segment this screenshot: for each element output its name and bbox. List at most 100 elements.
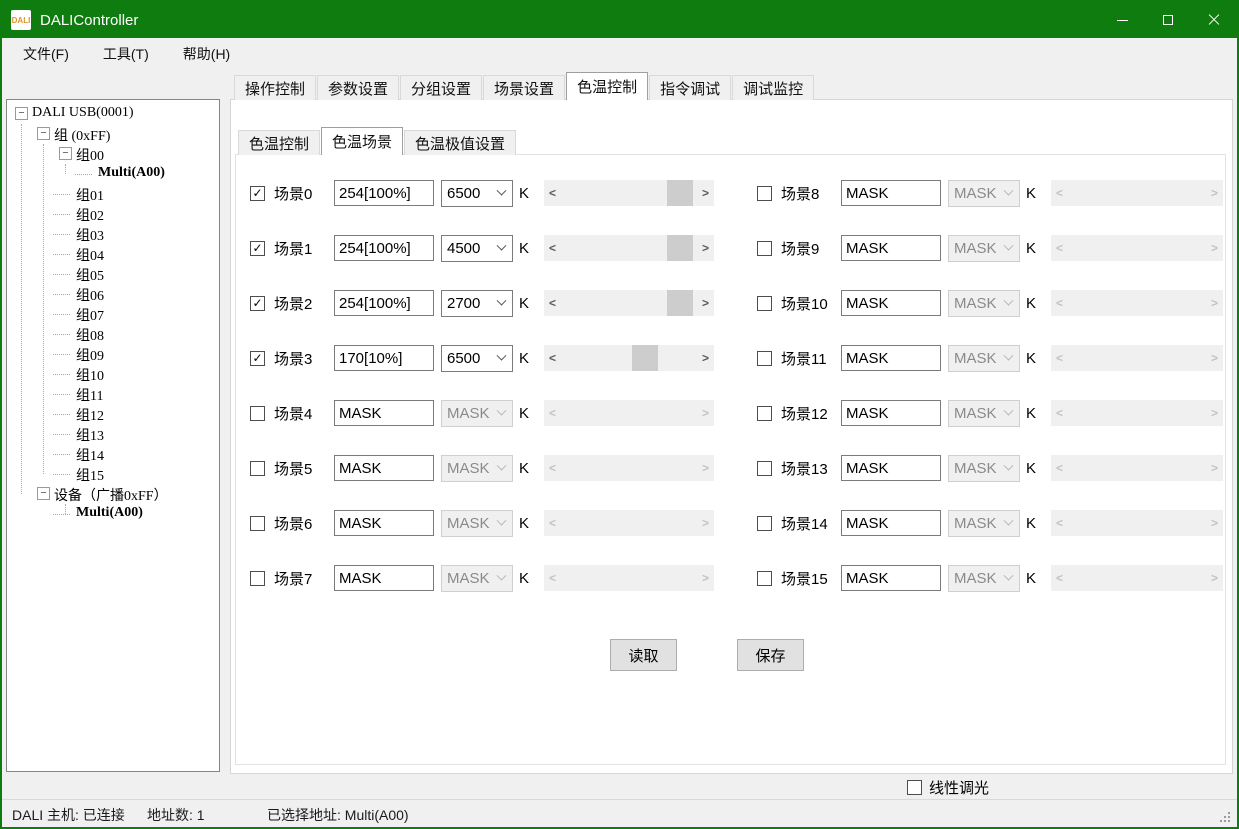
scene-level-input[interactable] — [841, 455, 941, 481]
menu-item-help[interactable]: 帮助(H) — [170, 39, 243, 69]
scrollbar-track[interactable] — [561, 345, 697, 371]
tree-item[interactable]: 组07 — [7, 304, 219, 324]
color-temp-select[interactable]: MASK — [441, 565, 513, 592]
scroll-left-arrow-icon[interactable]: < — [1051, 180, 1068, 206]
scene-level-input[interactable] — [841, 290, 941, 316]
scene-level-input[interactable] — [334, 235, 434, 261]
scroll-right-arrow-icon[interactable]: > — [1206, 455, 1223, 481]
main-tab-3[interactable]: 场景设置 — [483, 75, 565, 100]
scroll-right-arrow-icon[interactable]: > — [697, 400, 714, 426]
scene-checkbox[interactable] — [250, 516, 265, 531]
scroll-right-arrow-icon[interactable]: > — [697, 290, 714, 316]
scrollbar-track[interactable] — [561, 510, 697, 536]
scene-level-input[interactable] — [841, 400, 941, 426]
color-temp-select[interactable]: 2700 — [441, 290, 513, 317]
menu-item-tools[interactable]: 工具(T) — [90, 39, 162, 69]
scroll-right-arrow-icon[interactable]: > — [697, 180, 714, 206]
scroll-right-arrow-icon[interactable]: > — [1206, 180, 1223, 206]
scroll-left-arrow-icon[interactable]: < — [544, 235, 561, 261]
tree-item[interactable]: 组01 — [7, 184, 219, 204]
scroll-right-arrow-icon[interactable]: > — [1206, 510, 1223, 536]
scrollbar-track[interactable] — [1068, 400, 1206, 426]
scrollbar-track[interactable] — [561, 235, 697, 261]
scene-level-input[interactable] — [334, 400, 434, 426]
color-temp-scrollbar[interactable]: <> — [544, 400, 714, 426]
color-temp-select[interactable]: MASK — [948, 235, 1020, 262]
scroll-left-arrow-icon[interactable]: < — [544, 290, 561, 316]
tree-item[interactable]: 组09 — [7, 344, 219, 364]
scroll-right-arrow-icon[interactable]: > — [1206, 400, 1223, 426]
tree-item[interactable]: 组12 — [7, 404, 219, 424]
tree-item[interactable]: 组03 — [7, 224, 219, 244]
scrollbar-thumb[interactable] — [667, 235, 693, 261]
sub-tab-1[interactable]: 色温场景 — [321, 127, 403, 155]
scene-checkbox[interactable] — [250, 406, 265, 421]
scrollbar-track[interactable] — [1068, 455, 1206, 481]
scroll-right-arrow-icon[interactable]: > — [697, 510, 714, 536]
scroll-left-arrow-icon[interactable]: < — [544, 510, 561, 536]
scroll-left-arrow-icon[interactable]: < — [544, 180, 561, 206]
scene-checkbox[interactable] — [757, 241, 772, 256]
color-temp-scrollbar[interactable]: <> — [1051, 290, 1223, 316]
scrollbar-thumb[interactable] — [632, 345, 658, 371]
color-temp-scrollbar[interactable]: <> — [544, 345, 714, 371]
color-temp-select[interactable]: MASK — [441, 400, 513, 427]
scroll-right-arrow-icon[interactable]: > — [697, 235, 714, 261]
color-temp-select[interactable]: MASK — [948, 565, 1020, 592]
color-temp-scrollbar[interactable]: <> — [544, 455, 714, 481]
tree-expand-icon[interactable]: − — [59, 147, 72, 160]
color-temp-scrollbar[interactable]: <> — [1051, 235, 1223, 261]
scroll-left-arrow-icon[interactable]: < — [1051, 345, 1068, 371]
color-temp-select[interactable]: MASK — [948, 510, 1020, 537]
scene-checkbox[interactable] — [757, 516, 772, 531]
tree-item[interactable]: 组08 — [7, 324, 219, 344]
scroll-left-arrow-icon[interactable]: < — [544, 400, 561, 426]
scene-checkbox[interactable]: ✓ — [250, 186, 265, 201]
scene-checkbox[interactable] — [757, 296, 772, 311]
scene-checkbox[interactable] — [757, 186, 772, 201]
color-temp-scrollbar[interactable]: <> — [1051, 180, 1223, 206]
tree-item[interactable]: −组00 — [7, 144, 219, 164]
color-temp-scrollbar[interactable]: <> — [544, 565, 714, 591]
read-button[interactable]: 读取 — [610, 639, 677, 671]
scroll-left-arrow-icon[interactable]: < — [1051, 455, 1068, 481]
tree-item[interactable]: 组11 — [7, 384, 219, 404]
tree-item[interactable]: 组14 — [7, 444, 219, 464]
scene-level-input[interactable] — [334, 180, 434, 206]
tree-item[interactable]: −组 (0xFF) — [7, 124, 219, 144]
scene-level-input[interactable] — [841, 235, 941, 261]
scene-checkbox[interactable] — [757, 461, 772, 476]
color-temp-select[interactable]: MASK — [948, 290, 1020, 317]
scene-checkbox[interactable] — [757, 351, 772, 366]
scrollbar-thumb[interactable] — [667, 180, 693, 206]
color-temp-scrollbar[interactable]: <> — [1051, 455, 1223, 481]
scrollbar-track[interactable] — [561, 565, 697, 591]
tree-item[interactable]: 组13 — [7, 424, 219, 444]
scene-checkbox[interactable]: ✓ — [250, 296, 265, 311]
resize-grip[interactable] — [1228, 820, 1230, 822]
tree-item[interactable]: 组04 — [7, 244, 219, 264]
tree-item[interactable]: −设备（广播0xFF） — [7, 484, 219, 504]
color-temp-select[interactable]: MASK — [948, 455, 1020, 482]
color-temp-select[interactable]: 6500 — [441, 180, 513, 207]
tree-item[interactable]: Multi(A00) — [7, 164, 219, 184]
scroll-right-arrow-icon[interactable]: > — [1206, 235, 1223, 261]
color-temp-select[interactable]: MASK — [441, 455, 513, 482]
tree-item[interactable]: 组02 — [7, 204, 219, 224]
scene-level-input[interactable] — [334, 290, 434, 316]
menu-item-file[interactable]: 文件(F) — [10, 39, 82, 69]
scroll-left-arrow-icon[interactable]: < — [1051, 510, 1068, 536]
scene-level-input[interactable] — [841, 565, 941, 591]
scrollbar-track[interactable] — [561, 180, 697, 206]
color-temp-scrollbar[interactable]: <> — [544, 235, 714, 261]
scroll-left-arrow-icon[interactable]: < — [1051, 565, 1068, 591]
tree-item[interactable]: 组10 — [7, 364, 219, 384]
scrollbar-track[interactable] — [1068, 290, 1206, 316]
sub-tab-0[interactable]: 色温控制 — [238, 130, 320, 155]
color-temp-scrollbar[interactable]: <> — [1051, 510, 1223, 536]
scrollbar-track[interactable] — [561, 400, 697, 426]
main-tab-1[interactable]: 参数设置 — [317, 75, 399, 100]
scroll-right-arrow-icon[interactable]: > — [697, 345, 714, 371]
scene-level-input[interactable] — [841, 510, 941, 536]
scrollbar-track[interactable] — [1068, 345, 1206, 371]
